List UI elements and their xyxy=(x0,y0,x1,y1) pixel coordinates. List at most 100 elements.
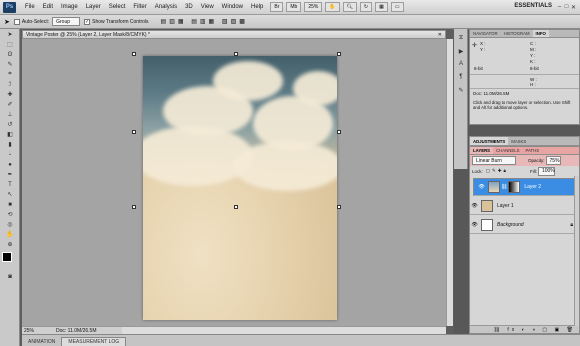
zoom-level-select[interactable]: 25% xyxy=(304,2,323,12)
layer-row-background[interactable]: 👁︎ Background 🔒︎ xyxy=(470,216,576,234)
menu-layer[interactable]: Layer xyxy=(82,4,105,10)
hand-tool-icon[interactable]: ✋ xyxy=(3,230,17,239)
zoom-tool-icon[interactable]: ⊕ xyxy=(3,240,17,249)
move-tool-icon[interactable]: ➤ xyxy=(4,18,10,26)
mini-bridge-button[interactable]: Mb xyxy=(286,2,302,12)
eyedropper-tool-icon[interactable]: ℐ xyxy=(3,80,17,89)
lock-icons[interactable]: ▢✎✚🔒︎ xyxy=(486,168,508,174)
menu-3d[interactable]: 3D xyxy=(181,4,197,10)
transform-handle[interactable] xyxy=(234,205,238,209)
zoom-tool-icon[interactable]: 🔍︎ xyxy=(342,2,357,12)
transform-handle[interactable] xyxy=(234,52,238,56)
tab-layers[interactable]: LAYERS xyxy=(470,147,494,154)
transform-handle[interactable] xyxy=(337,52,341,56)
transform-handle[interactable] xyxy=(337,205,341,209)
vertical-scrollbar[interactable] xyxy=(446,39,453,326)
layer-mask-thumbnail[interactable] xyxy=(508,181,521,193)
auto-select-dropdown[interactable]: Group xyxy=(52,17,81,26)
blend-mode-select[interactable]: Linear Burn xyxy=(472,156,516,165)
gradient-tool-icon[interactable]: ▮ xyxy=(3,140,17,149)
type-tool-icon[interactable]: T xyxy=(3,180,17,189)
menu-image[interactable]: Image xyxy=(57,4,82,10)
tab-histogram[interactable]: HISTOGRAM xyxy=(501,30,533,37)
close-document-icon[interactable]: ✕ xyxy=(438,32,442,38)
tool-presets-icon[interactable]: ✎ xyxy=(457,86,465,94)
menu-select[interactable]: Select xyxy=(105,4,130,10)
dodge-tool-icon[interactable]: ● xyxy=(3,160,17,169)
menu-window[interactable]: Window xyxy=(218,4,247,10)
actions-panel-icon[interactable]: ▶ xyxy=(457,47,465,55)
visibility-eye-icon[interactable]: 👁︎ xyxy=(478,184,485,190)
fill-field[interactable]: 100% xyxy=(537,166,555,176)
layer-row-layer-2[interactable]: 👁︎ ⛓︎ Layer 2 xyxy=(473,178,579,196)
3d-rotate-icon[interactable]: ⟲ xyxy=(3,210,17,219)
move-tool-icon[interactable]: ➤ xyxy=(3,30,17,39)
menu-help[interactable]: Help xyxy=(247,4,267,10)
transform-controls-checkbox[interactable]: ✓ xyxy=(84,18,91,25)
menu-analysis[interactable]: Analysis xyxy=(151,4,181,10)
layer-name[interactable]: Background xyxy=(497,222,524,228)
menu-file[interactable]: File xyxy=(21,4,39,10)
layer-name[interactable]: Layer 2 xyxy=(524,184,541,190)
auto-select-checkbox[interactable] xyxy=(13,18,20,25)
history-panel-icon[interactable]: ⧖ xyxy=(457,34,465,42)
align-buttons[interactable]: ▤▥▦ ▤▥▦ ▧▨▩ xyxy=(161,18,248,25)
layers-scrollbar[interactable] xyxy=(574,176,579,326)
visibility-eye-icon[interactable]: 👁︎ xyxy=(471,203,478,209)
quick-mask-icon[interactable]: ◙ xyxy=(3,272,17,281)
tab-channels[interactable]: CHANNELS xyxy=(493,147,522,154)
transform-handle[interactable] xyxy=(337,130,341,134)
maximize-icon[interactable]: □ xyxy=(563,3,570,11)
tab-paths[interactable]: PATHS xyxy=(522,147,542,154)
hand-tool-icon[interactable]: ✋ xyxy=(325,2,340,12)
document-image[interactable] xyxy=(143,56,337,320)
visibility-eye-icon[interactable]: 👁︎ xyxy=(471,222,478,228)
layer-row-layer-1[interactable]: 👁︎ Layer 1 xyxy=(470,197,576,215)
menu-edit[interactable]: Edit xyxy=(39,4,57,10)
paragraph-panel-icon[interactable]: ¶ xyxy=(457,73,465,81)
clone-stamp-icon[interactable]: ⊥ xyxy=(3,110,17,119)
tab-adjustments[interactable]: ADJUSTMENTS xyxy=(470,137,509,145)
menu-view[interactable]: View xyxy=(197,4,218,10)
tab-masks[interactable]: MASKS xyxy=(508,137,529,145)
path-select-icon[interactable]: ↖ xyxy=(3,190,17,199)
transform-handle[interactable] xyxy=(132,130,136,134)
zoom-readout[interactable]: 25% xyxy=(24,328,34,334)
shape-tool-icon[interactable]: ■ xyxy=(3,200,17,209)
workspace-switcher[interactable]: ESSENTIALS xyxy=(514,3,552,9)
arrange-documents-icon[interactable]: ▦ xyxy=(375,2,388,12)
menu-filter[interactable]: Filter xyxy=(129,4,150,10)
crop-tool-icon[interactable]: ⌗ xyxy=(3,70,17,79)
tab-animation[interactable]: ANIMATION xyxy=(22,337,61,346)
layer-actions-icons[interactable]: ⛓︎ fx ◐ ◑ ▢ ▣ 🗑︎ xyxy=(494,327,576,333)
bridge-button[interactable]: Br xyxy=(270,2,284,12)
transform-handle[interactable] xyxy=(132,205,136,209)
canvas-area[interactable] xyxy=(22,39,446,326)
tab-navigator[interactable]: NAVIGATOR xyxy=(470,30,501,37)
horizontal-scrollbar[interactable] xyxy=(122,326,446,334)
eraser-tool-icon[interactable]: ◧ xyxy=(3,130,17,139)
tab-measurement-log[interactable]: MEASUREMENT LOG xyxy=(61,337,127,346)
history-brush-icon[interactable]: ↺ xyxy=(3,120,17,129)
lasso-tool-icon[interactable]: ʘ xyxy=(3,50,17,59)
close-icon[interactable]: ✕ xyxy=(570,3,577,11)
character-panel-icon[interactable]: A xyxy=(457,60,465,68)
pen-tool-icon[interactable]: ✒ xyxy=(3,170,17,179)
marquee-tool-icon[interactable]: ⬚ xyxy=(3,40,17,49)
rotate-view-icon[interactable]: ↻ xyxy=(359,2,373,12)
layer-name[interactable]: Layer 1 xyxy=(497,203,514,209)
brush-tool-icon[interactable]: ✐ xyxy=(3,100,17,109)
3d-orbit-icon[interactable]: ◎ xyxy=(3,220,17,229)
foreground-color-swatch[interactable] xyxy=(2,252,12,262)
document-tab[interactable]: Vintage Poster @ 25% (Layer 2, Layer Mas… xyxy=(22,30,446,39)
chain-link-icon[interactable]: ⛓︎ xyxy=(501,184,507,190)
tab-info[interactable]: INFO xyxy=(532,30,549,37)
blur-tool-icon[interactable]: 💧︎ xyxy=(3,150,17,159)
transform-handle[interactable] xyxy=(132,52,136,56)
opacity-field[interactable]: 75% xyxy=(545,156,561,165)
healing-brush-icon[interactable]: ✚ xyxy=(3,90,17,99)
minimize-icon[interactable]: – xyxy=(556,3,563,11)
screen-mode-icon[interactable]: ▭ xyxy=(390,2,404,12)
quick-select-tool-icon[interactable]: ✎ xyxy=(3,60,17,69)
color-swatches[interactable] xyxy=(2,252,18,268)
